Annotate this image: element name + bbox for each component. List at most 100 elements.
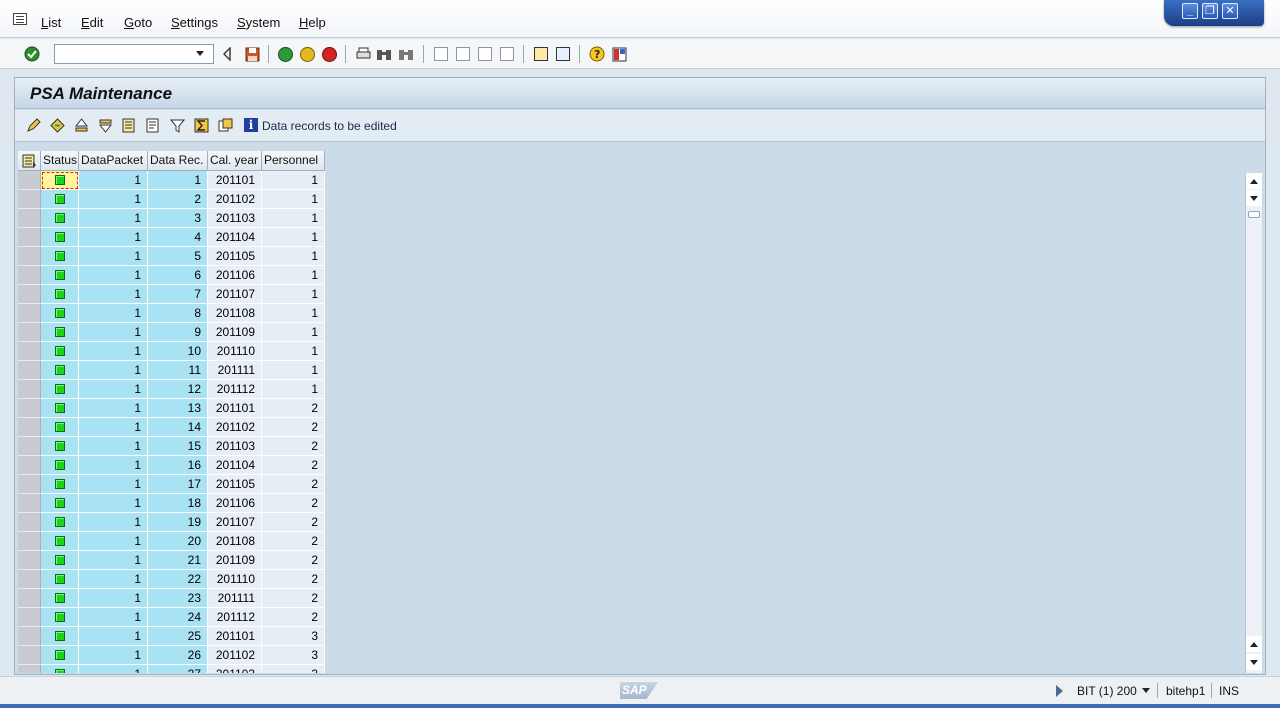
datapacket-cell[interactable]: 1 xyxy=(79,266,148,285)
data-rec-cell[interactable]: 3 xyxy=(148,209,208,228)
personnel-cell[interactable]: 1 xyxy=(262,190,325,209)
personnel-cell[interactable]: 2 xyxy=(262,513,325,532)
status-cell[interactable] xyxy=(41,627,79,646)
enter-button[interactable] xyxy=(23,45,41,63)
cal-year-cell[interactable]: 201102 xyxy=(208,646,262,665)
cal-year-cell[interactable]: 201112 xyxy=(208,380,262,399)
personnel-cell[interactable]: 2 xyxy=(262,418,325,437)
datapacket-cell[interactable]: 1 xyxy=(79,361,148,380)
status-cell[interactable] xyxy=(41,209,79,228)
data-rec-cell[interactable]: 26 xyxy=(148,646,208,665)
table-row[interactable]: 1 15 201103 2 xyxy=(18,437,325,456)
row-selector[interactable] xyxy=(18,418,41,437)
data-rec-cell[interactable]: 5 xyxy=(148,247,208,266)
edit-button[interactable] xyxy=(25,117,42,134)
cal-year-cell[interactable]: 201102 xyxy=(208,418,262,437)
status-cell[interactable] xyxy=(41,608,79,627)
save-button[interactable] xyxy=(243,45,261,63)
status-cell[interactable] xyxy=(41,285,79,304)
row-selector[interactable] xyxy=(18,209,41,228)
table-row[interactable]: 1 10 201110 1 xyxy=(18,342,325,361)
find-button[interactable] xyxy=(375,45,393,63)
personnel-cell[interactable]: 2 xyxy=(262,570,325,589)
status-cell[interactable] xyxy=(41,247,79,266)
table-row[interactable]: 1 4 201104 1 xyxy=(18,228,325,247)
status-cell[interactable] xyxy=(41,190,79,209)
personnel-cell[interactable]: 1 xyxy=(262,285,325,304)
total-button[interactable] xyxy=(193,117,210,134)
data-rec-cell[interactable]: 9 xyxy=(148,323,208,342)
status-cell[interactable] xyxy=(41,361,79,380)
data-rec-cell[interactable]: 15 xyxy=(148,437,208,456)
scroll-up-button[interactable] xyxy=(1246,173,1262,189)
table-row[interactable]: 1 22 201110 2 xyxy=(18,570,325,589)
scroll-page-down-button[interactable] xyxy=(1246,654,1262,670)
refresh-button[interactable] xyxy=(49,117,66,134)
column-header-status[interactable]: Status xyxy=(41,151,79,171)
personnel-cell[interactable]: 1 xyxy=(262,247,325,266)
personnel-cell[interactable]: 2 xyxy=(262,399,325,418)
exit-button[interactable] xyxy=(298,45,316,63)
table-row[interactable]: 1 25 201101 3 xyxy=(18,627,325,646)
datapacket-cell[interactable]: 1 xyxy=(79,228,148,247)
status-cell[interactable] xyxy=(41,399,79,418)
personnel-cell[interactable]: 3 xyxy=(262,627,325,646)
datapacket-cell[interactable]: 1 xyxy=(79,456,148,475)
cal-year-cell[interactable]: 201105 xyxy=(208,247,262,266)
personnel-cell[interactable]: 2 xyxy=(262,475,325,494)
system-info-dropdown-icon[interactable] xyxy=(1142,688,1150,693)
datapacket-cell[interactable]: 1 xyxy=(79,380,148,399)
row-selector[interactable] xyxy=(18,646,41,665)
cal-year-cell[interactable]: 201106 xyxy=(208,494,262,513)
cal-year-cell[interactable]: 201110 xyxy=(208,570,262,589)
status-cell[interactable] xyxy=(41,380,79,399)
datapacket-cell[interactable]: 1 xyxy=(79,437,148,456)
row-selector[interactable] xyxy=(18,342,41,361)
cal-year-cell[interactable]: 201101 xyxy=(208,627,262,646)
datapacket-cell[interactable]: 1 xyxy=(79,494,148,513)
status-cell[interactable] xyxy=(41,304,79,323)
data-rec-cell[interactable]: 10 xyxy=(148,342,208,361)
restore-button[interactable]: ❐ xyxy=(1202,3,1218,19)
back-button[interactable] xyxy=(276,45,294,63)
table-row[interactable]: 1 5 201105 1 xyxy=(18,247,325,266)
row-selector[interactable] xyxy=(18,285,41,304)
first-page-button[interactable] xyxy=(432,45,450,63)
print-button[interactable] xyxy=(354,45,372,63)
row-selector[interactable] xyxy=(18,513,41,532)
data-rec-cell[interactable]: 8 xyxy=(148,304,208,323)
row-selector[interactable] xyxy=(18,608,41,627)
column-header-data-rec[interactable]: Data Rec. xyxy=(148,151,208,171)
cal-year-cell[interactable]: 201104 xyxy=(208,228,262,247)
row-selector[interactable] xyxy=(18,532,41,551)
menu-settings[interactable]: Settings xyxy=(171,15,218,30)
filter-button[interactable] xyxy=(169,117,186,134)
table-row[interactable]: 1 2 201102 1 xyxy=(18,190,325,209)
data-rec-cell[interactable]: 17 xyxy=(148,475,208,494)
row-selector[interactable] xyxy=(18,266,41,285)
cal-year-cell[interactable]: 201111 xyxy=(208,361,262,380)
row-selector[interactable] xyxy=(18,399,41,418)
menu-help[interactable]: Help xyxy=(299,15,326,30)
status-cell[interactable] xyxy=(41,646,79,665)
personnel-cell[interactable]: 2 xyxy=(262,608,325,627)
status-cell[interactable] xyxy=(41,589,79,608)
personnel-cell[interactable]: 1 xyxy=(262,323,325,342)
data-rec-cell[interactable]: 6 xyxy=(148,266,208,285)
cal-year-cell[interactable]: 201110 xyxy=(208,342,262,361)
cal-year-cell[interactable]: 201109 xyxy=(208,323,262,342)
datapacket-cell[interactable]: 1 xyxy=(79,551,148,570)
row-selector[interactable] xyxy=(18,247,41,266)
personnel-cell[interactable]: 2 xyxy=(262,589,325,608)
datapacket-cell[interactable]: 1 xyxy=(79,171,148,190)
datapacket-cell[interactable]: 1 xyxy=(79,646,148,665)
row-selector[interactable] xyxy=(18,665,41,673)
status-cell[interactable] xyxy=(41,228,79,247)
menu-system[interactable]: System xyxy=(237,15,280,30)
table-row[interactable]: 1 17 201105 2 xyxy=(18,475,325,494)
table-row[interactable]: 1 12 201112 1 xyxy=(18,380,325,399)
row-selector[interactable] xyxy=(18,494,41,513)
status-cell[interactable] xyxy=(41,665,79,673)
datapacket-cell[interactable]: 1 xyxy=(79,418,148,437)
cal-year-cell[interactable]: 201102 xyxy=(208,190,262,209)
